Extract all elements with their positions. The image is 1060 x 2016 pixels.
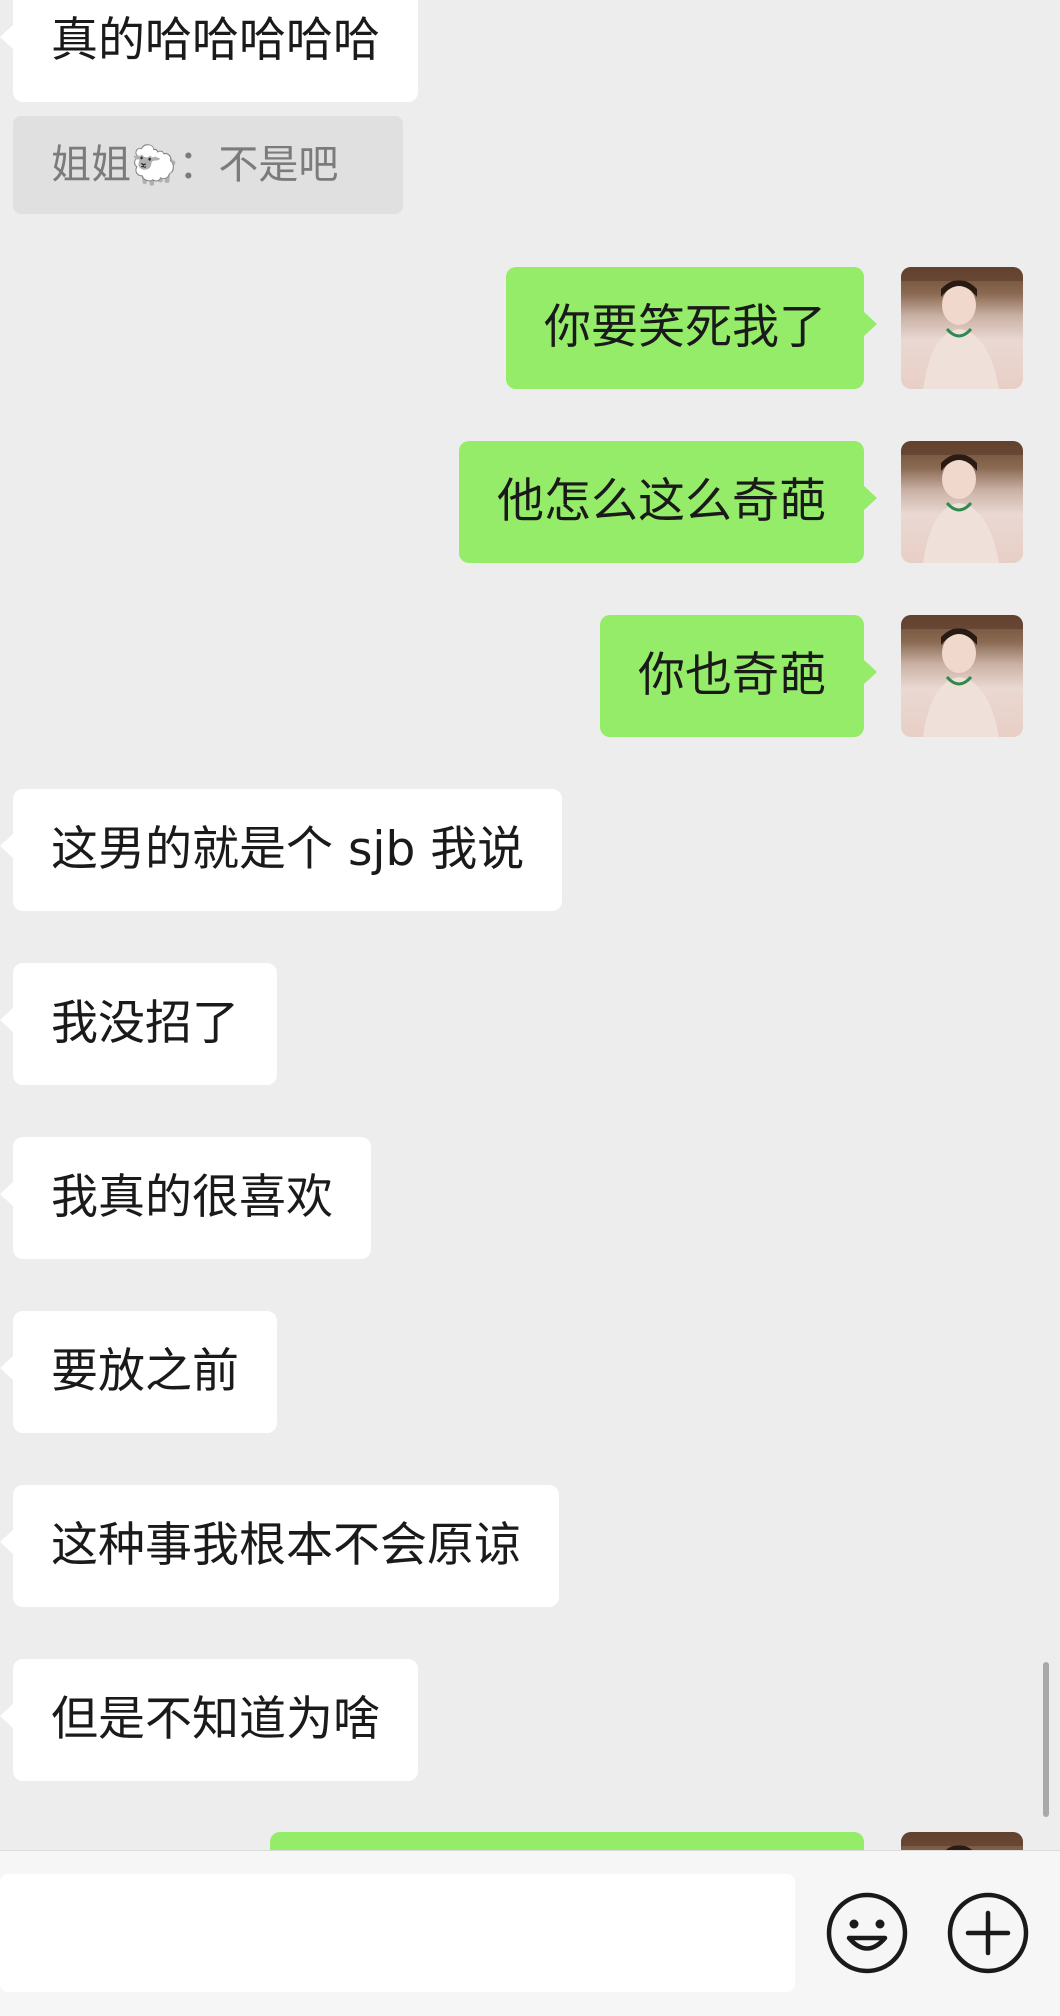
avatar[interactable]: [901, 267, 1023, 389]
message-bubble-incoming[interactable]: 但是不知道为啥: [0, 1659, 418, 1781]
avatar[interactable]: [901, 1832, 1023, 1850]
message-text: 但是不知道为啥: [51, 1692, 380, 1747]
message-bubble-outgoing[interactable]: 他怎么这么奇葩: [459, 441, 877, 563]
input-bar: [0, 1850, 1060, 2016]
sheep-emoji: 🐑: [131, 143, 179, 187]
chat-message-list[interactable]: 真的哈哈哈哈哈 姐姐🐑：不是吧 你要笑死我了 他怎么这么奇葩 你也奇葩 这男的就…: [0, 0, 1060, 1850]
message-bubble-incoming[interactable]: 这种事我根本不会原谅: [0, 1485, 559, 1607]
message-bubble-incoming[interactable]: 这男的就是个 sjb 我说: [0, 789, 563, 911]
message-input[interactable]: [0, 1874, 795, 1992]
quote-separator: ：: [178, 142, 219, 188]
message-bubble-outgoing[interactable]: 你要笑死我了: [506, 267, 877, 389]
plus-circle-icon[interactable]: [946, 1891, 1030, 1975]
message-text: 你要笑死我了: [544, 300, 826, 355]
message-bubble-incoming[interactable]: 真的哈哈哈哈哈: [0, 0, 418, 102]
scrollbar[interactable]: [1043, 1662, 1049, 1817]
message-bubble-incoming[interactable]: 我没招了: [0, 963, 277, 1085]
message-text: 我真的很喜欢: [51, 1170, 333, 1225]
message-text: 你也奇葩: [638, 648, 826, 703]
message-bubble-incoming[interactable]: 要放之前: [0, 1311, 277, 1433]
message-text: 我没招了: [51, 996, 239, 1051]
smiley-icon[interactable]: [825, 1891, 909, 1975]
avatar[interactable]: [901, 615, 1023, 737]
quote-sender: 姐姐: [51, 142, 131, 188]
avatar[interactable]: [901, 441, 1023, 563]
message-text: 真的哈哈哈哈哈: [51, 13, 380, 68]
message-text: 他怎么这么奇葩: [497, 474, 826, 529]
message-bubble-outgoing[interactable]: 你也奇葩: [600, 615, 877, 737]
message-bubble-incoming[interactable]: 我真的很喜欢: [0, 1137, 371, 1259]
quoted-reply[interactable]: 姐姐🐑：不是吧: [13, 116, 403, 214]
message-text: 这男的就是个 sjb 我说: [51, 822, 525, 877]
message-bubble-outgoing[interactable]: [270, 1832, 864, 1850]
message-text: 这种事我根本不会原谅: [51, 1518, 521, 1573]
quote-text: 不是吧: [218, 142, 339, 188]
message-text: 要放之前: [51, 1344, 239, 1399]
